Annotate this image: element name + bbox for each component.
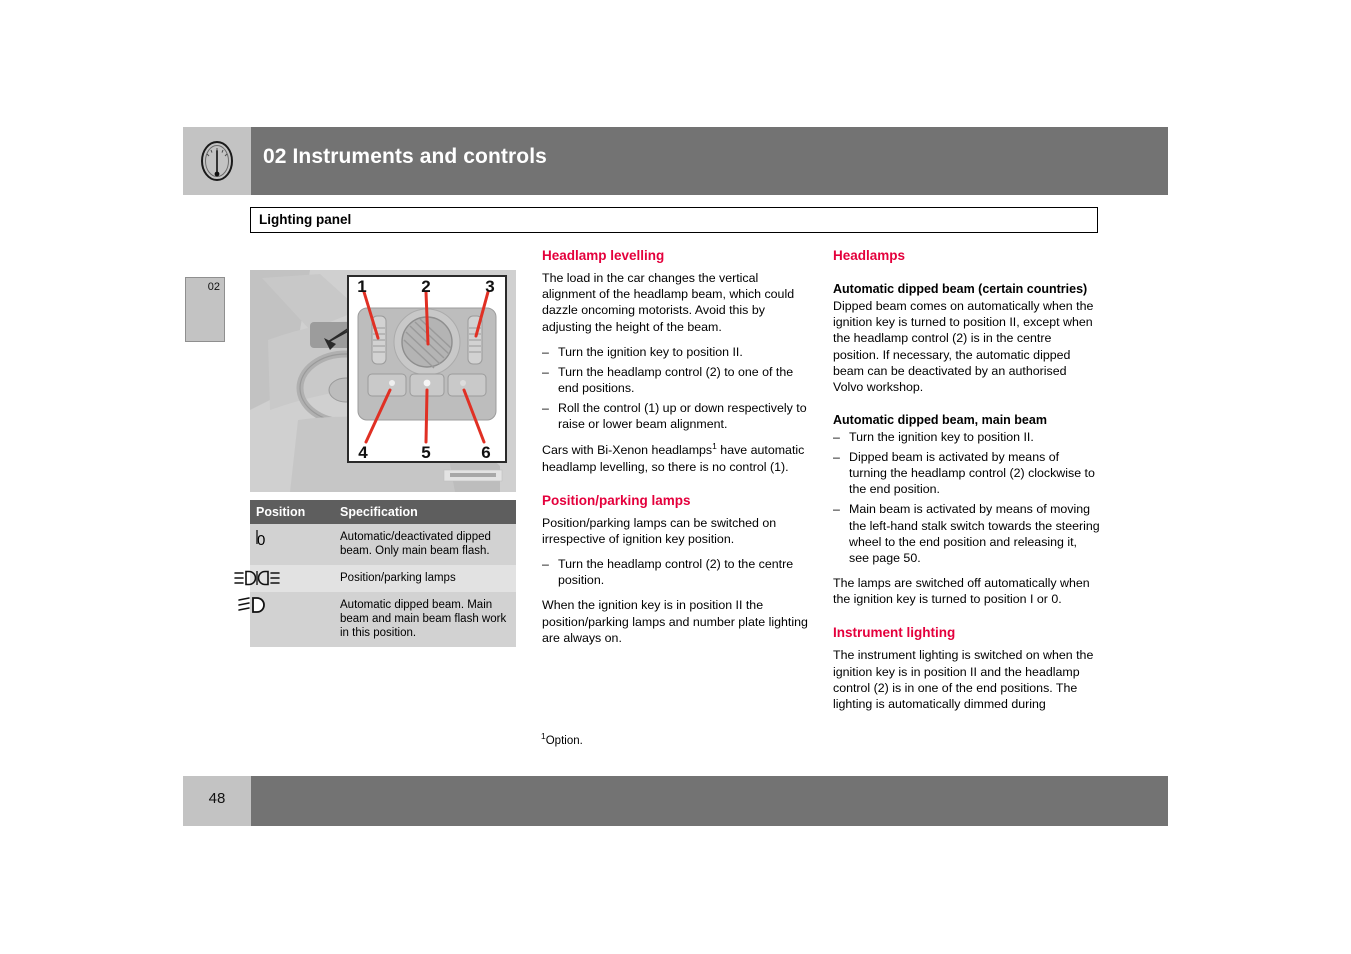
headlamp-levelling-intro: The load in the car changes the vertical… bbox=[542, 271, 795, 334]
page-number: 48 bbox=[208, 790, 226, 807]
subheading-automatic-dipped-main-beam: Automatic dipped beam, main beam bbox=[833, 412, 1047, 427]
position-parking-lamps-intro: Position/parking lamps can be switched o… bbox=[542, 515, 777, 546]
list-item: Turn the headlamp control (2) to one of … bbox=[542, 364, 809, 396]
right-text-column: Headlamps Automatic dipped beam (certain… bbox=[833, 248, 1100, 712]
table-header-row: Position Specification bbox=[250, 500, 516, 524]
instrument-lighting-body: The instrument lighting is switched on w… bbox=[833, 648, 1094, 711]
manual-page: 02 Instruments and controls Lighting pan… bbox=[0, 0, 1351, 954]
heading-position-parking-lamps: Position/parking lamps bbox=[542, 492, 691, 508]
table-cell-specification: Automatic dipped beam. Main beam and mai… bbox=[334, 592, 516, 648]
section-title: Lighting panel bbox=[259, 212, 352, 227]
position-parking-lamps-icon bbox=[234, 570, 280, 586]
list-item: Turn the ignition key to position II. bbox=[542, 344, 809, 360]
table-cell-position: 0 bbox=[250, 524, 334, 566]
headlamp-levelling-outro: Cars with Bi-Xenon headlamps1 have autom… bbox=[542, 441, 809, 474]
callout-1: 1 bbox=[357, 277, 366, 296]
heading-headlamp-levelling: Headlamp levelling bbox=[542, 248, 665, 263]
automatic-dipped-main-beam-outro: The lamps are switched off automatically… bbox=[833, 575, 1090, 607]
table-header-specification: Specification bbox=[334, 500, 516, 524]
footnote-text: Option. bbox=[545, 734, 583, 747]
table-cell-position bbox=[238, 592, 334, 648]
page-footer-bar bbox=[183, 776, 1168, 826]
callout-6: 6 bbox=[481, 443, 490, 462]
callout-5: 5 bbox=[421, 443, 430, 462]
table-row: Position/parking lamps bbox=[234, 565, 516, 593]
position-specification-table: Position Specification 0 Automatic/deact… bbox=[234, 500, 516, 648]
table-row: Automatic dipped beam. Main beam and mai… bbox=[238, 592, 516, 648]
page-number-box: 48 bbox=[183, 776, 251, 826]
automatic-dipped-main-beam-steps: Turn the ignition key to position II. Di… bbox=[833, 429, 1100, 566]
list-item: Dipped beam is activated by means of tur… bbox=[833, 449, 1100, 497]
chapter-side-tab: 02 bbox=[185, 277, 225, 342]
callout-2: 2 bbox=[421, 277, 430, 296]
callout-3: 3 bbox=[485, 277, 494, 296]
lighting-panel-illustration: 1 2 3 4 5 6 bbox=[250, 270, 516, 492]
automatic-dipped-beam-body: Dipped beam comes on automatically when … bbox=[833, 299, 1094, 394]
table-cell-specification: Automatic/deactivated dipped beam. Only … bbox=[334, 524, 516, 566]
table-row: 0 Automatic/deactivated dipped beam. Onl… bbox=[250, 524, 516, 566]
middle-text-column: Headlamp levelling The load in the car c… bbox=[542, 248, 809, 655]
callout-4: 4 bbox=[358, 443, 368, 462]
position-parking-lamps-outro: When the ignition key is in position II … bbox=[542, 598, 808, 645]
list-item: Main beam is activated by means of movin… bbox=[833, 501, 1100, 566]
outro-prefix: Cars with Bi-Xenon headlamps bbox=[542, 443, 713, 458]
heading-instrument-lighting: Instrument lighting bbox=[833, 625, 956, 641]
headlamp-levelling-steps: Turn the ignition key to position II. Tu… bbox=[542, 344, 809, 433]
page-footnote: 1Option. bbox=[541, 731, 583, 747]
subheading-automatic-dipped-beam: Automatic dipped beam (certain countries… bbox=[833, 282, 1088, 297]
list-item: Roll the control (1) up or down respecti… bbox=[542, 400, 809, 432]
page-title: 02 Instruments and controls bbox=[263, 145, 547, 168]
dipped-beam-icon bbox=[238, 597, 265, 613]
table-cell-specification: Position/parking lamps bbox=[334, 565, 516, 593]
table-cell-position bbox=[234, 565, 334, 593]
chapter-side-tab-label: 02 bbox=[207, 281, 220, 293]
heading-headlamps: Headlamps bbox=[833, 248, 906, 263]
list-item: Turn the ignition key to position II. bbox=[833, 429, 1100, 445]
list-item: Turn the headlamp control (2) to the cen… bbox=[542, 556, 809, 588]
table-header-position: Position bbox=[250, 500, 334, 524]
chapter-icon-box bbox=[183, 127, 251, 195]
zero-position-icon: 0 bbox=[256, 530, 266, 549]
section-title-box: Lighting panel bbox=[250, 207, 1098, 233]
position-parking-lamps-steps: Turn the headlamp control (2) to the cen… bbox=[542, 556, 809, 588]
